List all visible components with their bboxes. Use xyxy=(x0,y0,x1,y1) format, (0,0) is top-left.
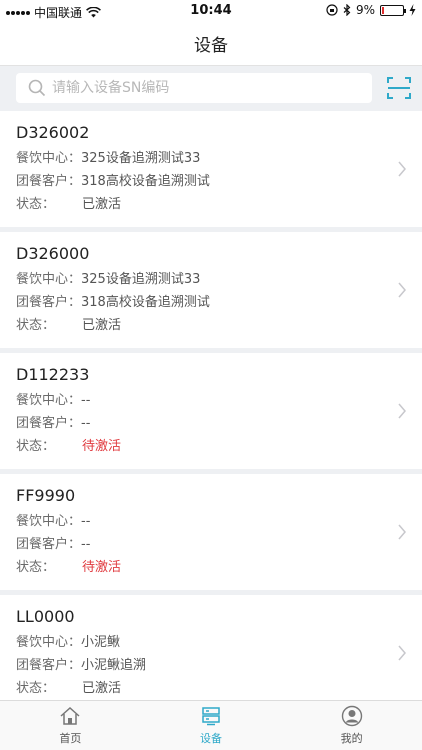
device-sn: D326002 xyxy=(16,123,90,142)
customer-label: 团餐客户： xyxy=(16,295,82,310)
status-label: 状态： xyxy=(16,439,56,454)
device-card[interactable]: D326002 餐饮中心： 325设备追溯测试33 团餐客户： 318高校设备追… xyxy=(0,111,422,227)
device-icon xyxy=(202,707,220,726)
center-value: 小泥鳅 xyxy=(81,635,121,650)
center-value: -- xyxy=(81,393,91,408)
status-right: 9% xyxy=(326,3,416,17)
status-value: 已激活 xyxy=(82,197,122,212)
customer-label: 团餐客户： xyxy=(16,537,82,552)
nav-bar: 设备 xyxy=(0,22,422,66)
tab-devices-label: 设备 xyxy=(200,732,222,745)
device-list: D326002 餐饮中心： 325设备追溯测试33 团餐客户： 318高校设备追… xyxy=(0,111,422,716)
status-value: 已激活 xyxy=(82,318,122,333)
status-label: 状态： xyxy=(16,318,56,333)
center-label: 餐饮中心： xyxy=(16,514,82,529)
customer-value: 318高校设备追溯测试 xyxy=(81,295,210,310)
center-row: 餐饮中心： -- xyxy=(16,392,406,415)
page-title: 设备 xyxy=(194,36,228,56)
customer-value: 318高校设备追溯测试 xyxy=(81,174,210,189)
customer-row: 团餐客户： -- xyxy=(16,536,406,559)
device-sn: D112233 xyxy=(16,365,90,384)
device-card[interactable]: FF9990 餐饮中心： -- 团餐客户： -- 状态： 待激活 xyxy=(0,474,422,590)
status-label: 状态： xyxy=(16,197,56,212)
customer-row: 团餐客户： 小泥鳅追溯 xyxy=(16,657,406,680)
center-value: 325设备追溯测试33 xyxy=(81,272,201,287)
status-value: 待激活 xyxy=(82,439,122,454)
customer-value: 小泥鳅追溯 xyxy=(81,658,147,673)
battery-percent: 9% xyxy=(355,3,375,17)
customer-label: 团餐客户： xyxy=(16,658,82,673)
customer-label: 团餐客户： xyxy=(16,174,82,189)
scan-button[interactable] xyxy=(386,72,412,104)
center-value: -- xyxy=(81,514,91,529)
search-input[interactable] xyxy=(52,74,372,102)
chevron-right-icon xyxy=(398,645,406,661)
device-card[interactable]: D112233 餐饮中心： -- 团餐客户： -- 状态： 待激活 xyxy=(0,353,422,469)
bluetooth-icon xyxy=(343,4,351,16)
scan-icon xyxy=(387,77,411,99)
tab-home-label: 首页 xyxy=(59,732,82,745)
customer-row: 团餐客户： -- xyxy=(16,415,406,438)
status-row: 状态： 已激活 xyxy=(16,196,406,219)
center-row: 餐饮中心： 325设备追溯测试33 xyxy=(16,271,406,294)
chevron-right-icon xyxy=(398,161,406,177)
center-row: 餐饮中心： -- xyxy=(16,513,406,536)
device-sn: D326000 xyxy=(16,244,90,263)
status-value: 待激活 xyxy=(82,560,122,575)
tab-mine[interactable]: 我的 xyxy=(281,701,422,750)
search-area xyxy=(0,66,422,111)
status-row: 状态： 已激活 xyxy=(16,317,406,340)
home-icon xyxy=(60,706,80,725)
search-box[interactable] xyxy=(16,73,372,103)
center-label: 餐饮中心： xyxy=(16,272,82,287)
status-label: 状态： xyxy=(16,560,56,575)
charging-icon xyxy=(409,4,416,16)
customer-row: 团餐客户： 318高校设备追溯测试 xyxy=(16,173,406,196)
device-card[interactable]: D326000 餐饮中心： 325设备追溯测试33 团餐客户： 318高校设备追… xyxy=(0,232,422,348)
center-label: 餐饮中心： xyxy=(16,393,82,408)
chevron-right-icon xyxy=(398,524,406,540)
device-card[interactable]: LL0000 餐饮中心： 小泥鳅 团餐客户： 小泥鳅追溯 状态： 已激活 xyxy=(0,595,422,711)
device-sn: LL0000 xyxy=(16,607,75,626)
center-value: 325设备追溯测试33 xyxy=(81,151,201,166)
tab-home[interactable]: 首页 xyxy=(0,701,141,750)
customer-value: -- xyxy=(81,416,91,431)
battery-level xyxy=(382,6,384,14)
chevron-right-icon xyxy=(398,403,406,419)
tab-bar: 首页 设备 我的 xyxy=(0,700,422,750)
center-row: 餐饮中心： 小泥鳅 xyxy=(16,634,406,657)
tab-mine-label: 我的 xyxy=(340,732,363,745)
customer-row: 团餐客户： 318高校设备追溯测试 xyxy=(16,294,406,317)
center-row: 餐饮中心： 325设备追溯测试33 xyxy=(16,150,406,173)
status-row: 状态： 待激活 xyxy=(16,559,406,582)
user-avatar-icon xyxy=(341,705,362,727)
status-bar: 中国联通 10:44 9% xyxy=(0,0,422,22)
status-row: 状态： 待激活 xyxy=(16,438,406,461)
orientation-lock-icon xyxy=(326,4,338,16)
center-label: 餐饮中心： xyxy=(16,635,82,650)
customer-label: 团餐客户： xyxy=(16,416,82,431)
customer-value: -- xyxy=(81,537,91,552)
chevron-right-icon xyxy=(398,282,406,298)
battery-icon xyxy=(380,4,406,16)
center-label: 餐饮中心： xyxy=(16,151,82,166)
search-icon xyxy=(22,73,52,103)
device-sn: FF9990 xyxy=(16,486,76,505)
tab-devices[interactable]: 设备 xyxy=(141,701,282,750)
